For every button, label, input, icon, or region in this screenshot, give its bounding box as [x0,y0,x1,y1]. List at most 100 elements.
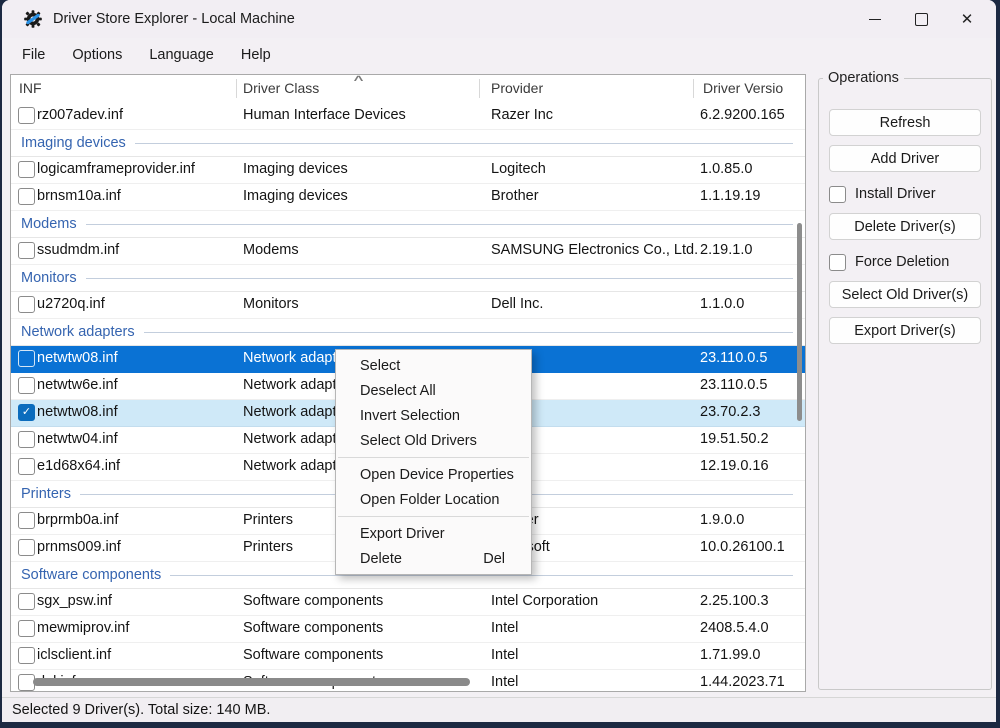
row-checkbox[interactable]: ✓ [18,404,35,421]
group-row[interactable]: Network adapters [11,319,805,346]
context-menu-item-invert-selection[interactable]: Invert Selection [336,403,531,428]
context-menu-item-open-folder-location[interactable]: Open Folder Location [336,487,531,512]
column-separator [693,79,694,98]
cell-version: 2408.5.4.0 [700,620,769,636]
horizontal-scrollbar[interactable] [33,678,470,686]
cell-driver-class: Software components [243,593,384,609]
maximize-icon[interactable] [898,0,944,38]
column-separator [236,79,237,98]
context-menu-item-export-driver[interactable]: Export Driver [336,521,531,546]
group-label: Software components [21,567,162,583]
table-row[interactable]: brnsm10a.inf Imaging devices Brother 1.1.19… [11,184,805,211]
checkbox-icon[interactable] [829,185,846,203]
group-row[interactable]: Modems [11,211,805,238]
row-checkbox[interactable] [18,188,35,205]
menu-item-help[interactable]: Help [241,47,271,63]
cell-inf: brnsm10a.inf [37,188,121,204]
row-checkbox[interactable] [18,296,35,313]
gear-wrench-icon [23,9,43,29]
context-menu-item-select-old-drivers[interactable]: Select Old Drivers [336,428,531,453]
table-row[interactable]: u2720q.inf Monitors Dell Inc. 1.1.0.0 [11,292,805,319]
app-window: Driver Store Explorer - Local Machine ✕ … [2,0,996,722]
checkbox-icon[interactable] [829,253,846,271]
cell-version: 10.0.26100.1 [700,539,785,555]
context-menu-item-deselect-all[interactable]: Deselect All [336,378,531,403]
column-header-inf[interactable]: INF [19,80,42,96]
operations-button-export-driver-s[interactable]: Export Driver(s) [829,317,981,344]
column-header-driver-class[interactable]: Driver Class [243,80,319,96]
operations-button-refresh[interactable]: Refresh [829,109,981,136]
group-label: Modems [21,216,77,232]
table-row[interactable]: logicamframeprovider.inf Imaging devices L… [11,157,805,184]
context-menu-item-label: Open Folder Location [360,491,500,508]
row-checkbox[interactable] [18,431,35,448]
operations-button-add-driver[interactable]: Add Driver [829,145,981,172]
row-checkbox[interactable] [18,539,35,556]
group-label: Imaging devices [21,135,126,151]
cell-driver-class: Imaging devices [243,161,348,177]
cell-driver-class: Imaging devices [243,188,348,204]
table-row[interactable]: iclsclient.inf Software components Intel 1.… [11,643,805,670]
title-bar: Driver Store Explorer - Local Machine ✕ [2,0,996,38]
cell-version: 23.110.0.5 [700,377,768,393]
row-checkbox[interactable] [18,377,35,394]
row-checkbox[interactable] [18,647,35,664]
table-row[interactable]: sgx_psw.inf Software components Intel Corp… [11,589,805,616]
sort-ascending-icon: ^ [353,74,364,87]
cell-inf: netwtw08.inf [37,350,118,366]
cell-driver-class: Modems [243,242,299,258]
context-menu-item-select[interactable]: Select [336,353,531,378]
cell-inf: brprmb0a.inf [37,512,119,528]
group-label: Printers [21,486,71,502]
context-menu-item-label: Select [360,357,401,374]
minimize-icon[interactable] [852,0,898,38]
row-checkbox[interactable] [18,512,35,529]
cell-inf: ssudmdm.inf [37,242,120,258]
cell-provider: SAMSUNG Electronics Co., Ltd. [491,242,699,258]
group-row[interactable]: Monitors [11,265,805,292]
operations-checkbox-install-driver[interactable]: Install Driver [829,184,991,204]
cell-version: 1.71.99.0 [700,647,761,663]
row-checkbox[interactable] [18,458,35,475]
row-checkbox[interactable] [18,620,35,637]
cell-version: 23.70.2.3 [700,404,761,420]
table-header: ^ INF Driver Class Provider Driver Versio [11,75,805,104]
cell-version: 6.2.9200.165 [700,107,785,123]
row-checkbox[interactable] [18,107,35,124]
vertical-scrollbar[interactable] [797,223,802,421]
group-row[interactable]: Imaging devices [11,130,805,157]
cell-version: 2.19.1.0 [700,242,753,258]
menu-item-file[interactable]: File [22,47,45,63]
cell-provider: Logitech [491,161,546,177]
menu-item-language[interactable]: Language [149,47,214,63]
cell-provider: Intel [491,620,519,636]
cell-inf: netwtw6e.inf [37,377,118,393]
operations-checkbox-force-deletion[interactable]: Force Deletion [829,252,991,272]
cell-inf: netwtw04.inf [37,431,118,447]
cell-driver-class: Software components [243,647,384,663]
row-checkbox[interactable] [18,161,35,178]
menu-item-options[interactable]: Options [72,47,122,63]
close-icon[interactable]: ✕ [944,0,990,38]
context-menu-item-open-device-properties[interactable]: Open Device Properties [336,462,531,487]
group-label: Monitors [21,270,77,286]
operations-button-select-old-driver-s[interactable]: Select Old Driver(s) [829,281,981,308]
menu-separator [338,516,529,517]
table-row[interactable]: rz007adev.inf Human Interface Devices Raze… [11,103,805,130]
operations-controls: Refresh Add Driver Install Driver Delete Dr… [819,109,991,344]
row-checkbox[interactable] [18,593,35,610]
cell-inf: mewmiprov.inf [37,620,130,636]
column-header-driver-versio[interactable]: Driver Versio [703,80,783,96]
column-header-provider[interactable]: Provider [491,80,543,96]
operations-button-delete-driver-s[interactable]: Delete Driver(s) [829,213,981,240]
context-menu-item-label: Export Driver [360,525,445,542]
row-checkbox[interactable] [18,350,35,367]
cell-version: 12.19.0.16 [700,458,769,474]
status-text: Selected 9 Driver(s). Total size: 140 MB… [12,702,271,718]
table-row[interactable]: mewmiprov.inf Software components Intel 240… [11,616,805,643]
row-checkbox[interactable] [18,242,35,259]
context-menu-item-label: Delete [360,550,402,567]
cell-inf: u2720q.inf [37,296,105,312]
table-row[interactable]: ssudmdm.inf Modems SAMSUNG Electronics Co.… [11,238,805,265]
context-menu-item-delete[interactable]: Delete Del [336,546,531,571]
